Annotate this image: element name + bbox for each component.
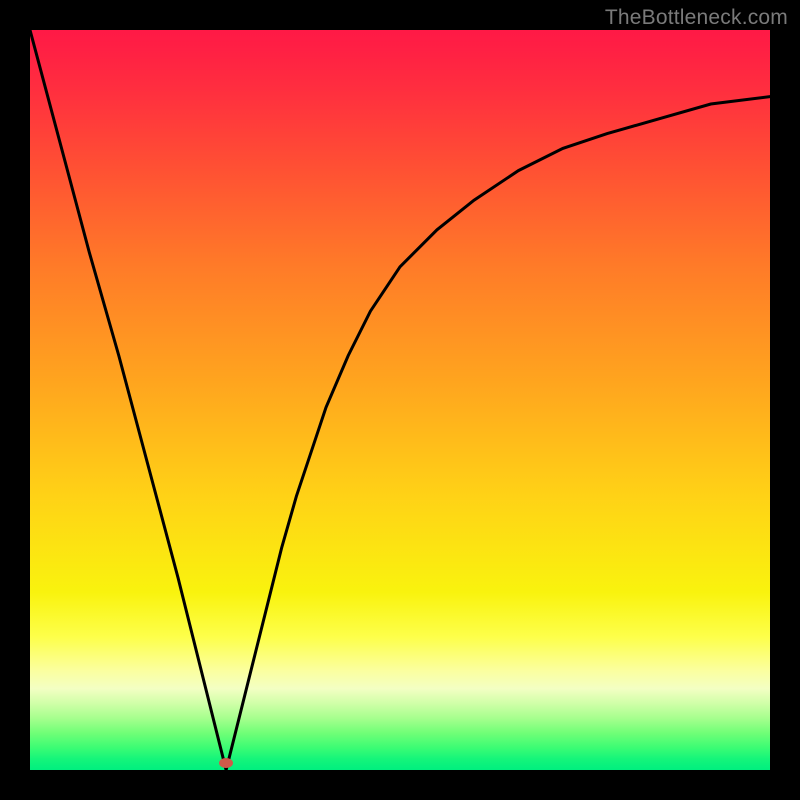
- chart-frame: TheBottleneck.com: [0, 0, 800, 800]
- plot-area: [30, 30, 770, 770]
- bottleneck-curve-path: [30, 30, 770, 770]
- minimum-marker: [219, 758, 233, 768]
- watermark-text: TheBottleneck.com: [605, 6, 788, 30]
- curve-svg: [30, 30, 770, 770]
